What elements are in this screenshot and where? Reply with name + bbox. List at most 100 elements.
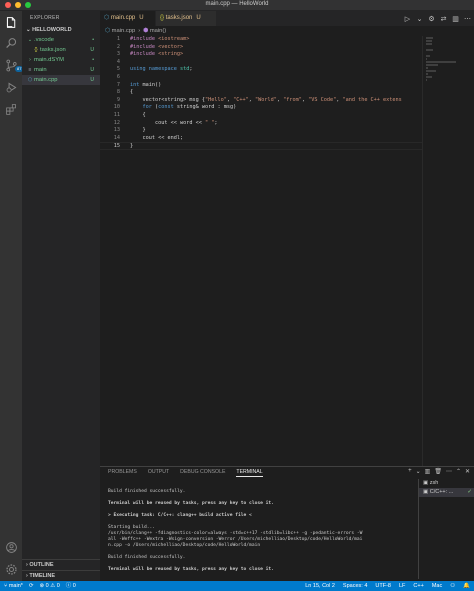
tree-item-vscode-folder[interactable]: ⌄ .vscode • <box>22 35 100 45</box>
code-line[interactable]: 14 cout << endl; <box>100 135 422 143</box>
maximize-panel-icon[interactable]: ⌃ <box>456 468 461 475</box>
branch-status[interactable]: ⑂ main* <box>4 581 23 591</box>
code-line[interactable]: 7 int main() <box>100 82 422 90</box>
search-icon[interactable] <box>3 35 19 51</box>
line-source: { <box>130 111 146 120</box>
terminal-output[interactable]: Build finished successfully. Terminal wi… <box>108 483 413 581</box>
run-debug-icon[interactable] <box>3 79 19 95</box>
code-token: "and the C++ extens <box>342 96 402 103</box>
info-status[interactable]: ⓘ 0 <box>66 581 76 591</box>
json-file-icon: {} <box>34 47 38 53</box>
problems-status[interactable]: ⊗ 0 ⚠ 0 <box>40 581 60 591</box>
platform[interactable]: Mac <box>432 581 442 591</box>
tab-debug-console[interactable]: DEBUG CONSOLE <box>180 469 225 477</box>
outline-section[interactable]: › OUTLINE <box>22 560 100 570</box>
split-editor-icon[interactable]: ▥ <box>451 13 460 24</box>
run-play-icon[interactable]: ▷ <box>403 13 412 24</box>
notifications-bell-icon[interactable]: 🔔 <box>463 581 470 591</box>
settings-gear-icon[interactable] <box>3 561 19 577</box>
source-control-icon[interactable]: 87 <box>3 57 24 73</box>
tab-main-cpp[interactable]: ⬡ main.cpp U <box>100 11 155 26</box>
status-bar: ⑂ main* ⟳ ⊗ 0 ⚠ 0 ⓘ 0 Ln 15, Col 2 Space… <box>0 581 474 591</box>
settings-gear-icon[interactable]: ⚙ <box>427 13 436 24</box>
code-line[interactable]: 1 #include <iostream> <box>100 36 422 44</box>
account-icon[interactable] <box>3 539 19 555</box>
compare-icon[interactable]: ⇄ <box>439 13 448 24</box>
timeline-section[interactable]: › TIMELINE <box>22 570 100 581</box>
tab-tasks-json[interactable]: {} tasks.json U <box>156 11 216 26</box>
line-source: #include <iostream> <box>130 36 189 44</box>
tab-terminal[interactable]: TERMINAL <box>236 469 263 477</box>
minimap-line <box>426 37 433 39</box>
code-token: const <box>158 104 177 111</box>
line-number: 13 <box>113 127 120 134</box>
code-token: main() <box>142 81 162 88</box>
untracked-badge: U <box>90 47 94 53</box>
breadcrumb: ⬡ main.cpp › ⬢ main() <box>100 26 474 36</box>
line-number: 4 <box>116 58 120 65</box>
line-number: 14 <box>113 134 120 141</box>
project-section-title[interactable]: ⌄ HELLOWORLD <box>22 25 100 35</box>
language-mode[interactable]: C++ <box>413 581 423 591</box>
trash-icon[interactable]: 🗑 <box>434 468 442 475</box>
code-line[interactable]: 2 #include <vector> <box>100 44 422 52</box>
code-line[interactable]: 10 for (const string& word : msg) <box>100 104 422 112</box>
line-number: 7 <box>116 81 120 88</box>
code-token: <iostream> <box>158 36 190 42</box>
explorer-icon[interactable] <box>3 14 19 30</box>
code-line[interactable]: 4 <box>100 59 422 67</box>
code-line[interactable]: 12 cout << word << " "; <box>100 120 422 128</box>
accounts-icon[interactable]: ⚇ <box>450 581 455 591</box>
breadcrumb-file[interactable]: main.cpp <box>112 28 136 34</box>
code-token: "from" <box>283 96 302 103</box>
code-token: { <box>130 89 134 96</box>
code-token: int <box>130 81 143 88</box>
extensions-icon[interactable] <box>3 101 19 117</box>
breadcrumb-symbol[interactable]: main() <box>150 28 166 34</box>
code-line[interactable]: 9 vector<string> msg {"Hello", "C++", "W… <box>100 97 422 105</box>
minimap-line <box>426 73 428 75</box>
code-editor[interactable]: 1 #include <iostream> 2 #include <vector> 3 #… <box>100 36 422 466</box>
line-number: 5 <box>116 66 120 73</box>
split-terminal-icon[interactable]: ▥ <box>425 468 431 475</box>
more-actions-icon[interactable]: ⋯ <box>463 13 472 24</box>
code-token: { <box>130 111 146 118</box>
new-terminal-plus-icon[interactable]: + <box>408 468 412 475</box>
tab-problems[interactable]: PROBLEMS <box>108 469 137 477</box>
code-line[interactable]: 5 using namespace std; <box>100 66 422 74</box>
code-line[interactable]: 15} <box>100 142 422 150</box>
tree-item-main-binary[interactable]: ≡ main U <box>22 65 100 75</box>
more-actions-icon[interactable]: ⋯ <box>446 468 452 475</box>
code-line[interactable]: 3 #include <string> <box>100 51 422 59</box>
tree-item-main-cpp[interactable]: ⬡ main.cpp U <box>22 75 100 85</box>
line-source: for (const string& word : msg) <box>130 104 236 112</box>
code-line[interactable]: 11 { <box>100 112 422 120</box>
tab-output[interactable]: OUTPUT <box>148 469 169 477</box>
end-of-line[interactable]: LF <box>399 581 405 591</box>
close-icon[interactable]: ✕ <box>465 468 470 475</box>
terminal-item-zsh[interactable]: ▣ zsh <box>419 479 474 488</box>
dropdown-chevron-icon[interactable]: ⌄ <box>416 468 421 475</box>
code-line[interactable]: 6 <box>100 74 422 82</box>
minimap[interactable] <box>422 36 474 466</box>
code-token: <vector> <box>158 43 184 50</box>
untracked-badge: U <box>196 15 201 21</box>
code-line[interactable]: 13 } <box>100 127 422 135</box>
terminal-icon: ▣ <box>423 480 430 486</box>
line-number: 6 <box>116 73 120 80</box>
tree-item-main-dsym-folder[interactable]: › main.dSYM • <box>22 55 100 65</box>
indentation[interactable]: Spaces: 4 <box>343 581 367 591</box>
tree-item-tasks-json[interactable]: {} tasks.json U <box>22 45 100 55</box>
dropdown-chevron-icon[interactable]: ⌄ <box>415 13 424 24</box>
code-token: using namespace <box>130 66 180 73</box>
cursor-position[interactable]: Ln 15, Col 2 <box>305 581 335 591</box>
code-line[interactable]: 8{ <box>100 89 422 97</box>
sync-icon[interactable]: ⟳ <box>29 581 34 591</box>
code-token: #include <box>130 51 159 58</box>
minimap-line <box>426 61 457 63</box>
encoding[interactable]: UTF-8 <box>375 581 391 591</box>
line-number: 1 <box>116 36 120 42</box>
line-number: 12 <box>113 119 120 126</box>
cpp-file-icon: ⬡ <box>27 77 33 83</box>
terminal-item-cpp-task[interactable]: ▣ C/C++: ... ✓ <box>419 488 474 497</box>
